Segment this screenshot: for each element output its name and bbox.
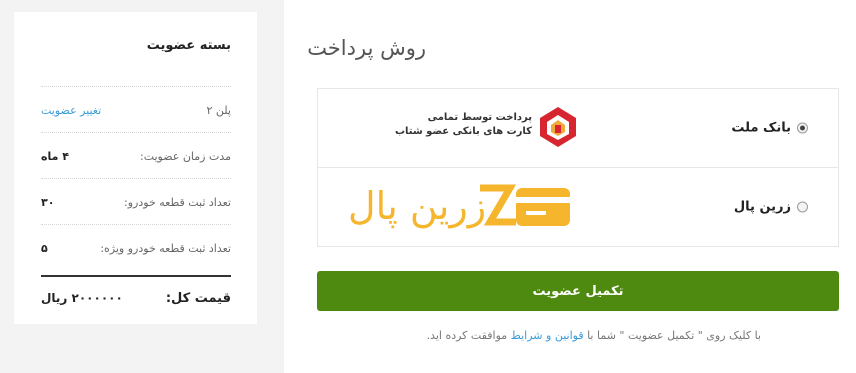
payment-option-zarinpal[interactable]: زرین پال زرین پال	[318, 167, 838, 246]
special-parts-value: ۵	[41, 241, 48, 255]
complete-membership-button[interactable]: تکمیل عضویت	[317, 271, 839, 311]
membership-title: بسته عضویت	[146, 38, 231, 53]
duration-row: مدت زمان عضویت: ۴ ماه	[41, 132, 231, 179]
special-parts-row: تعداد ثبت قطعه خودرو ویژه: ۵	[41, 224, 231, 271]
zarinpal-card-icon	[480, 184, 570, 226]
payment-option-mellat[interactable]: بانک ملت پرداخت توسط تمامی کارت های بانک…	[318, 89, 838, 167]
mellat-logo: پرداخت توسط تمامی کارت های بانکی عضو شتا…	[395, 105, 580, 149]
payment-methods-box: بانک ملت پرداخت توسط تمامی کارت های بانک…	[317, 88, 839, 247]
terms-link[interactable]: قوانین و شرایط	[511, 329, 584, 342]
total-row: قیمت کل: ۲۰۰۰۰۰۰ ریال	[41, 275, 231, 319]
parts-count-row: تعداد ثبت قطعه خودرو: ۳۰	[41, 178, 231, 225]
total-label: قیمت کل:	[165, 290, 231, 306]
terms-prefix: با کلیک روی " تکمیل عضویت " شما با	[587, 329, 761, 342]
sidebar-panel: بسته عضویت پلن ۲ تغییر عضویت مدت زمان عض…	[0, 0, 284, 373]
mellat-radio-group[interactable]: بانک ملت	[731, 121, 808, 136]
mellat-radio[interactable]	[797, 122, 808, 134]
zarinpal-logo: زرین پال	[348, 176, 578, 240]
zarinpal-radio-group[interactable]: زرین پال	[734, 200, 808, 215]
mellat-bank-icon	[540, 107, 576, 147]
change-membership-link[interactable]: تغییر عضویت	[41, 104, 101, 117]
membership-card: بسته عضویت پلن ۲ تغییر عضویت مدت زمان عض…	[14, 12, 257, 324]
mellat-logo-line1: پرداخت توسط تمامی	[427, 112, 532, 123]
zarinpal-logo-text: زرین پال	[348, 184, 487, 228]
payment-method-title: روش پرداخت	[307, 36, 426, 60]
mellat-logo-text: پرداخت توسط تمامی کارت های بانکی عضو شتا…	[382, 111, 532, 139]
mellat-logo-line2: کارت های بانکی عضو شتاب	[394, 126, 532, 137]
parts-count-label: تعداد ثبت قطعه خودرو:	[124, 195, 231, 209]
duration-label: مدت زمان عضویت:	[139, 149, 231, 163]
duration-value: ۴ ماه	[41, 149, 69, 163]
total-value: ۲۰۰۰۰۰۰ ریال	[41, 291, 123, 305]
special-parts-label: تعداد ثبت قطعه خودرو ویژه:	[100, 241, 231, 255]
zarinpal-radio[interactable]	[797, 201, 808, 213]
terms-note: با کلیک روی " تکمیل عضویت " شما با قوانی…	[427, 329, 761, 342]
zarinpal-label[interactable]: زرین پال	[734, 200, 791, 215]
plan-label: پلن ۲	[206, 103, 232, 117]
mellat-label[interactable]: بانک ملت	[731, 121, 791, 136]
terms-suffix: موافقت کرده اید.	[426, 329, 508, 342]
plan-row: پلن ۲ تغییر عضویت	[41, 86, 231, 133]
parts-count-value: ۳۰	[41, 195, 55, 209]
